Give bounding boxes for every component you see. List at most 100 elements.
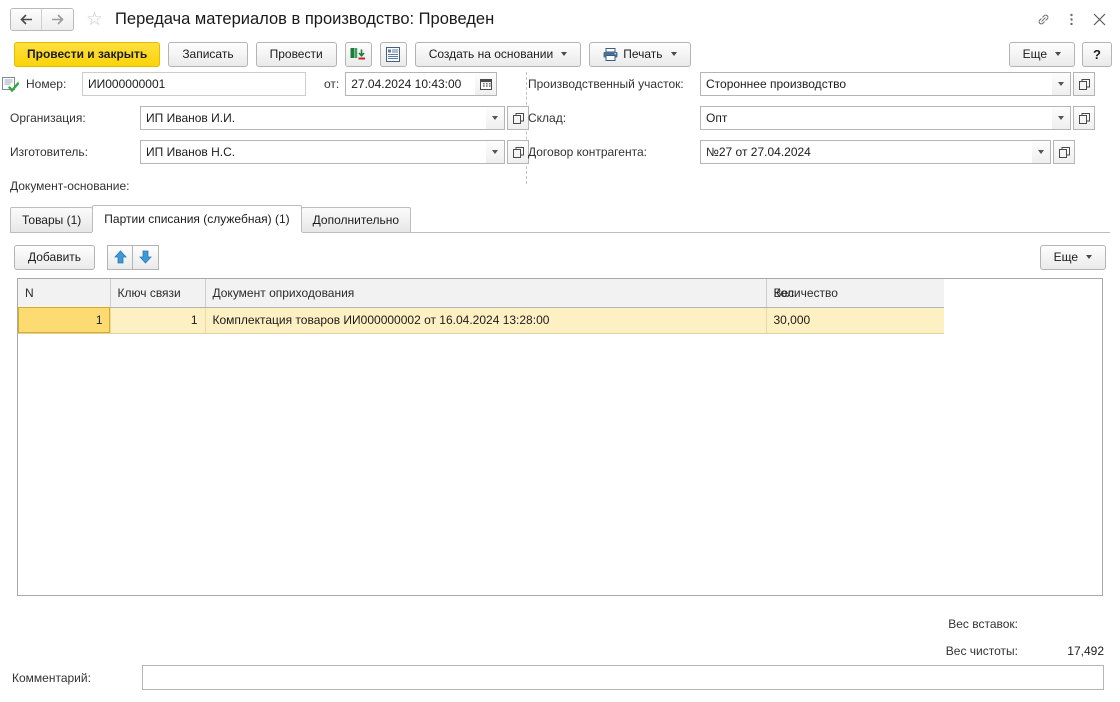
add-row-button[interactable]: Добавить — [14, 244, 96, 270]
basis-document-row: Документ-основание: — [10, 174, 135, 198]
total-row-pure-weight: Вес чистоты: 17,492 — [804, 637, 1104, 664]
open-window-icon — [1078, 112, 1090, 124]
totals-panel: Вес вставок: Вес чистоты: 17,492 — [804, 610, 1104, 664]
print-button[interactable]: Печать — [589, 41, 691, 67]
row-move-group — [107, 244, 160, 270]
pure-weight-value: 17,492 — [1067, 643, 1104, 658]
chevron-down-icon — [1038, 150, 1044, 154]
reverse-posting-button[interactable] — [344, 41, 372, 67]
chevron-down-icon — [1055, 52, 1061, 56]
open-window-icon — [512, 112, 524, 124]
cell-receipt-document[interactable]: Комплектация товаров ИИ000000002 от 16.0… — [205, 307, 767, 334]
table-more-label: Еще — [1053, 250, 1078, 264]
open-window-icon — [512, 146, 524, 158]
register-records-button[interactable] — [379, 41, 407, 67]
production-site-input[interactable]: Стороннее производство — [700, 72, 1052, 96]
register-records-icon — [386, 46, 401, 62]
production-site-dropdown-button[interactable] — [1052, 72, 1071, 96]
chevron-down-icon — [1058, 82, 1064, 86]
table-toolbar: Добавить Еще — [14, 242, 1106, 272]
chevron-down-icon — [492, 150, 498, 154]
form-header: Номер: ИИ000000001 от: 27.04.2024 10:43:… — [0, 70, 1120, 193]
pure-weight-label: Вес чистоты: — [945, 643, 1018, 658]
organization-row: Организация: ИП Иванов И.И. — [10, 106, 529, 130]
tab-additional[interactable]: Дополнительно — [300, 207, 412, 232]
favorite-star-icon[interactable]: ☆ — [86, 10, 103, 29]
chevron-down-icon — [670, 52, 677, 56]
table-toolbar-right: Еще — [1039, 244, 1106, 270]
printer-icon — [603, 47, 618, 61]
comment-row: Комментарий: — [12, 665, 1108, 690]
forward-button[interactable] — [42, 8, 73, 30]
organization-open-button[interactable] — [507, 106, 529, 130]
contract-input[interactable]: №27 от 27.04.2024 — [700, 140, 1032, 164]
table-row[interactable]: 1 1 Комплектация товаров ИИ000000002 от … — [18, 307, 1102, 334]
open-window-icon — [1058, 146, 1070, 158]
date-label: от: — [324, 77, 340, 91]
organization-dropdown-button[interactable] — [486, 106, 505, 130]
column-header-quantity[interactable]: Количество — [766, 279, 944, 308]
arrow-up-icon — [113, 250, 127, 264]
help-button[interactable]: ? — [1082, 41, 1112, 67]
arrow-right-icon — [52, 13, 64, 25]
manufacturer-open-button[interactable] — [507, 140, 529, 164]
organization-input[interactable]: ИП Иванов И.И. — [140, 106, 486, 130]
chevron-down-icon — [561, 52, 568, 56]
close-icon[interactable] — [1086, 6, 1112, 32]
kebab-menu-icon[interactable] — [1058, 6, 1084, 32]
arrow-down-icon — [139, 250, 152, 264]
back-button[interactable] — [11, 8, 42, 30]
warehouse-row: Склад: Опт — [528, 106, 1095, 130]
contract-open-button[interactable] — [1053, 140, 1075, 164]
cell-n[interactable]: 1 — [18, 307, 111, 334]
manufacturer-row: Изготовитель: ИП Иванов Н.С. — [10, 140, 529, 164]
chevron-down-icon — [1086, 255, 1092, 259]
warehouse-label: Склад: — [528, 111, 567, 125]
production-site-row: Производственный участок: Стороннее прои… — [528, 72, 1095, 96]
column-header-receipt-document[interactable]: Документ оприходования — [205, 279, 767, 308]
tab-goods[interactable]: Товары (1) — [10, 207, 94, 232]
comment-label: Комментарий: — [12, 670, 91, 685]
insert-weight-label: Вес вставок: — [948, 616, 1018, 631]
create-based-on-button[interactable]: Создать на основании — [414, 41, 582, 67]
navigation-buttons — [10, 7, 74, 31]
date-input[interactable]: 27.04.2024 10:43:00 — [345, 72, 476, 96]
move-row-up-button[interactable] — [107, 244, 134, 270]
manufacturer-input[interactable]: ИП Иванов Н.С. — [140, 140, 486, 164]
warehouse-open-button[interactable] — [1073, 106, 1095, 130]
table-more-button[interactable]: Еще — [1039, 244, 1106, 270]
move-row-down-button[interactable] — [133, 244, 160, 270]
number-input[interactable]: ИИ000000001 — [82, 72, 306, 96]
document-posted-icon — [2, 76, 19, 92]
create-based-on-label: Создать на основании — [428, 47, 554, 61]
post-button[interactable]: Провести — [255, 41, 337, 67]
print-label: Печать — [623, 47, 663, 61]
chevron-down-icon — [1058, 116, 1064, 120]
calendar-icon — [479, 79, 492, 90]
number-row: Номер: ИИ000000001 от: 27.04.2024 10:43:… — [2, 72, 498, 96]
write-button[interactable]: Записать — [168, 41, 248, 67]
post-and-close-button[interactable]: Провести и закрыть — [14, 41, 161, 67]
contract-dropdown-button[interactable] — [1032, 140, 1051, 164]
batches-table[interactable]: N Ключ связи Документ оприходования Вес … — [17, 278, 1103, 596]
warehouse-dropdown-button[interactable] — [1052, 106, 1071, 130]
comment-input[interactable] — [142, 665, 1104, 690]
manufacturer-dropdown-button[interactable] — [486, 140, 505, 164]
basis-document-label: Документ-основание: — [10, 179, 130, 193]
column-header-n[interactable]: N — [18, 279, 111, 308]
more-label: Еще — [1022, 47, 1047, 61]
link-icon[interactable] — [1030, 6, 1056, 32]
calendar-picker-button[interactable] — [475, 72, 498, 96]
more-button[interactable]: Еще — [1008, 41, 1075, 67]
column-header-link-key[interactable]: Ключ связи — [110, 279, 206, 308]
tab-writeoff-batches[interactable]: Партии списания (служебная) (1) — [92, 205, 302, 232]
arrow-left-icon — [19, 13, 32, 25]
cell-link-key[interactable]: 1 — [110, 307, 206, 334]
page-title: Передача материалов в производство: Пров… — [115, 9, 495, 28]
manufacturer-label: Изготовитель: — [10, 145, 88, 159]
contract-row: Договор контрагента: №27 от 27.04.2024 — [528, 140, 1075, 164]
production-site-label: Производственный участок: — [528, 77, 684, 91]
production-site-open-button[interactable] — [1073, 72, 1095, 96]
warehouse-input[interactable]: Опт — [700, 106, 1052, 130]
window-controls — [1030, 0, 1112, 38]
